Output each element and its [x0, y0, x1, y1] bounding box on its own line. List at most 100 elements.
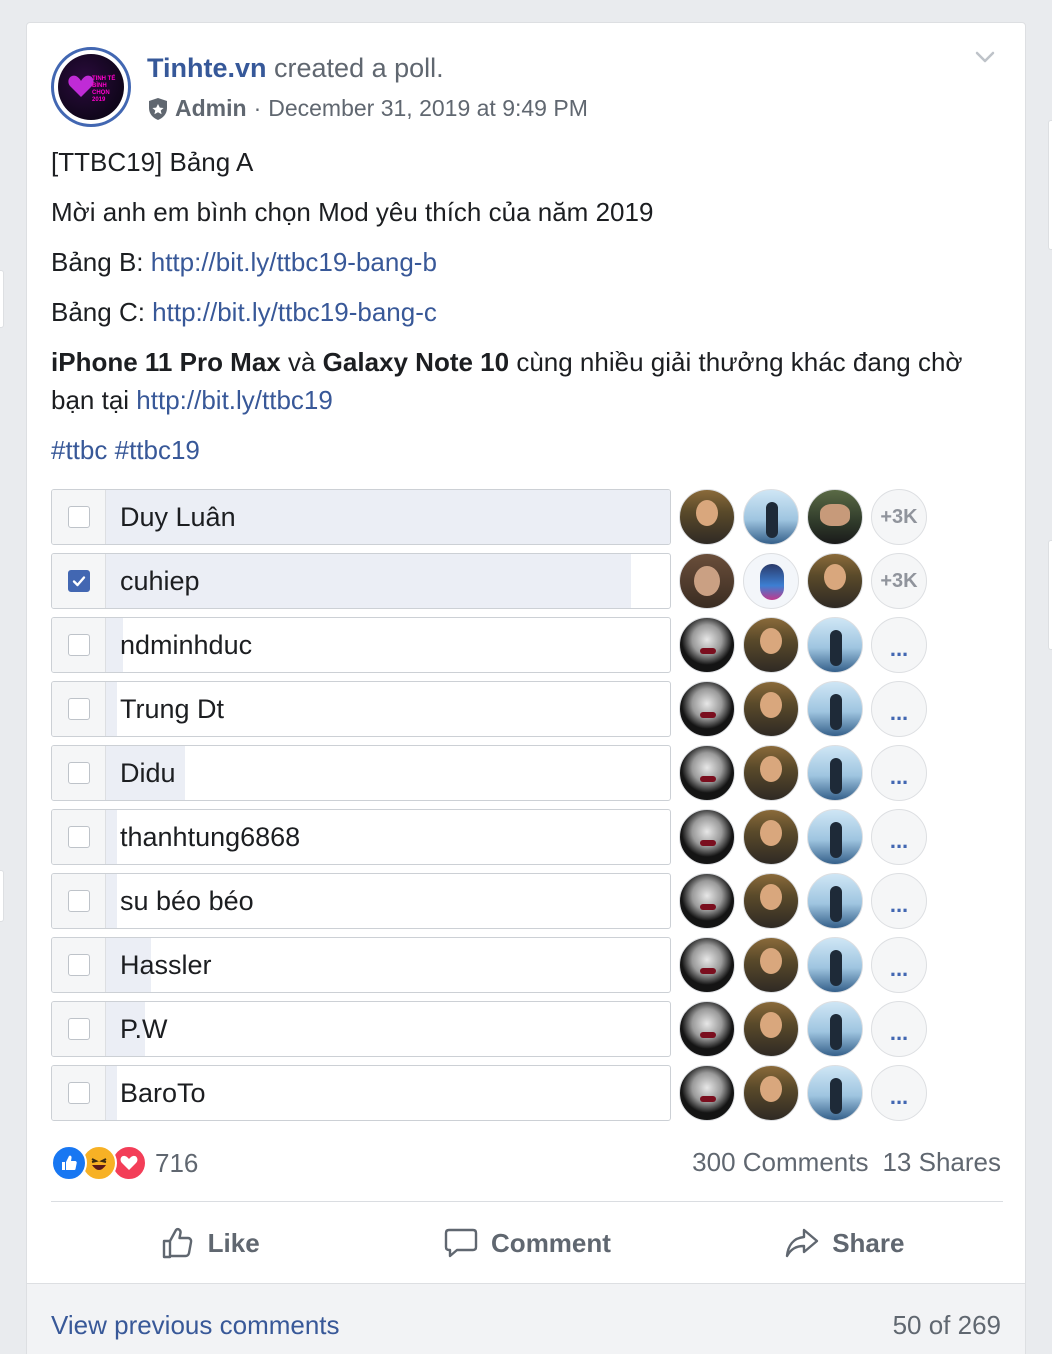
voter-avatar[interactable] — [743, 681, 799, 737]
poll-checkbox[interactable] — [67, 698, 90, 720]
more-voters-button[interactable]: ... — [871, 1001, 927, 1057]
voter-avatar[interactable] — [743, 937, 799, 993]
page-avatar[interactable]: TINH TẾ BÌNH CHỌN 2019 — [51, 47, 131, 127]
post-line-bang-b: Bảng B: http://bit.ly/ttbc19-bang-b — [51, 243, 1001, 281]
voter-avatar[interactable] — [807, 745, 863, 801]
poll-checkbox-cell[interactable] — [52, 746, 106, 800]
voter-avatar[interactable] — [807, 489, 863, 545]
chevron-down-icon[interactable] — [973, 45, 997, 69]
poll-checkbox-cell[interactable] — [52, 682, 106, 736]
voter-avatar[interactable] — [807, 1065, 863, 1121]
voter-avatar[interactable] — [743, 809, 799, 865]
voter-avatar[interactable] — [807, 617, 863, 673]
bang-b-link[interactable]: http://bit.ly/ttbc19-bang-b — [151, 247, 437, 277]
poll-checkbox-cell[interactable] — [52, 554, 106, 608]
voter-avatar[interactable] — [807, 1001, 863, 1057]
hashtag-link[interactable]: #ttbc — [51, 435, 107, 465]
voter-avatar[interactable] — [679, 489, 735, 545]
voter-avatar[interactable] — [679, 1065, 735, 1121]
voter-avatar[interactable] — [743, 489, 799, 545]
post-card: TINH TẾ BÌNH CHỌN 2019 Tinhte.vn created… — [26, 22, 1026, 1354]
poll-checkbox[interactable] — [67, 890, 90, 912]
poll-checkbox-cell[interactable] — [52, 1066, 106, 1120]
voter-avatar[interactable] — [743, 553, 799, 609]
poll-option-bar[interactable]: ndminhduc — [51, 617, 671, 673]
poll-option[interactable]: ndminhduc... — [51, 617, 951, 673]
voter-avatar[interactable] — [679, 681, 735, 737]
more-voters-button[interactable]: ... — [871, 681, 927, 737]
reaction-summary[interactable]: 716 — [51, 1143, 198, 1183]
more-voters-button[interactable]: +3K — [871, 553, 927, 609]
poll-checkbox[interactable] — [67, 826, 90, 848]
hashtag-link[interactable]: #ttbc19 — [115, 435, 200, 465]
poll-option[interactable]: Duy Luân +3K — [51, 489, 951, 545]
poll-checkbox[interactable] — [67, 762, 90, 784]
poll-checkbox-cell[interactable] — [52, 938, 106, 992]
more-voters-button[interactable]: ... — [871, 809, 927, 865]
shares-count-link[interactable]: 13 Shares — [882, 1147, 1001, 1177]
voter-avatar[interactable] — [679, 809, 735, 865]
poll-option[interactable]: P.W... — [51, 1001, 951, 1057]
poll-checkbox-checked[interactable] — [67, 570, 90, 592]
post-line-invite: Mời anh em bình chọn Mod yêu thích của n… — [51, 197, 654, 227]
poll-checkbox[interactable] — [67, 634, 90, 656]
voter-avatar[interactable] — [743, 1001, 799, 1057]
poll-option-bar[interactable]: BaroTo — [51, 1065, 671, 1121]
voter-avatar[interactable] — [679, 745, 735, 801]
poll-checkbox-cell[interactable] — [52, 874, 106, 928]
promo-link[interactable]: http://bit.ly/ttbc19 — [136, 385, 333, 415]
poll-checkbox-cell[interactable] — [52, 490, 106, 544]
more-voters-button[interactable]: ... — [871, 617, 927, 673]
poll-option[interactable]: Hassler... — [51, 937, 951, 993]
poll-option[interactable]: thanhtung6868... — [51, 809, 951, 865]
voter-avatar[interactable] — [679, 1001, 735, 1057]
poll-checkbox[interactable] — [67, 954, 90, 976]
poll-option-bar[interactable]: Hassler — [51, 937, 671, 993]
poll-checkbox[interactable] — [67, 1018, 90, 1040]
poll-option-bar[interactable]: Trung Dt — [51, 681, 671, 737]
more-voters-button[interactable]: ... — [871, 873, 927, 929]
poll-option-bar[interactable]: Duy Luân — [51, 489, 671, 545]
more-voters-button[interactable]: ... — [871, 937, 927, 993]
post-timestamp[interactable]: December 31, 2019 at 9:49 PM — [268, 95, 588, 122]
voter-avatar[interactable] — [679, 937, 735, 993]
voter-avatar[interactable] — [807, 809, 863, 865]
poll-checkbox[interactable] — [67, 506, 90, 528]
voter-avatar[interactable] — [807, 937, 863, 993]
checkmark-icon — [72, 576, 85, 587]
voter-avatar[interactable] — [807, 553, 863, 609]
more-voters-button[interactable]: ... — [871, 745, 927, 801]
poll-checkbox[interactable] — [67, 1082, 90, 1104]
voter-avatar[interactable] — [679, 617, 735, 673]
comment-button[interactable]: Comment — [368, 1203, 685, 1283]
poll-option-bar[interactable]: su béo béo — [51, 873, 671, 929]
poll-option[interactable]: cuhiep +3K — [51, 553, 951, 609]
page-name-link[interactable]: Tinhte.vn — [147, 53, 267, 83]
voter-avatar[interactable] — [807, 681, 863, 737]
bang-c-link[interactable]: http://bit.ly/ttbc19-bang-c — [152, 297, 437, 327]
like-button[interactable]: Like — [51, 1203, 368, 1283]
voter-avatar[interactable] — [679, 553, 735, 609]
poll-option[interactable]: Trung Dt... — [51, 681, 951, 737]
more-voters-button[interactable]: +3K — [871, 489, 927, 545]
poll-option-bar[interactable]: P.W — [51, 1001, 671, 1057]
voter-avatar[interactable] — [743, 617, 799, 673]
comments-count-link[interactable]: 300 Comments — [692, 1147, 868, 1177]
poll-checkbox-cell[interactable] — [52, 618, 106, 672]
poll-option-bar[interactable]: thanhtung6868 — [51, 809, 671, 865]
poll-checkbox-cell[interactable] — [52, 1002, 106, 1056]
voter-avatar[interactable] — [743, 1065, 799, 1121]
voter-avatar[interactable] — [807, 873, 863, 929]
poll-option-bar[interactable]: cuhiep — [51, 553, 671, 609]
more-voters-button[interactable]: ... — [871, 1065, 927, 1121]
poll-option[interactable]: su béo béo... — [51, 873, 951, 929]
voter-avatar[interactable] — [679, 873, 735, 929]
poll-option[interactable]: BaroTo... — [51, 1065, 951, 1121]
poll-option-bar[interactable]: Didu — [51, 745, 671, 801]
share-button[interactable]: Share — [686, 1203, 1003, 1283]
poll-option[interactable]: Didu... — [51, 745, 951, 801]
voter-avatar[interactable] — [743, 873, 799, 929]
view-previous-comments-link[interactable]: View previous comments — [51, 1310, 340, 1341]
poll-checkbox-cell[interactable] — [52, 810, 106, 864]
voter-avatar[interactable] — [743, 745, 799, 801]
